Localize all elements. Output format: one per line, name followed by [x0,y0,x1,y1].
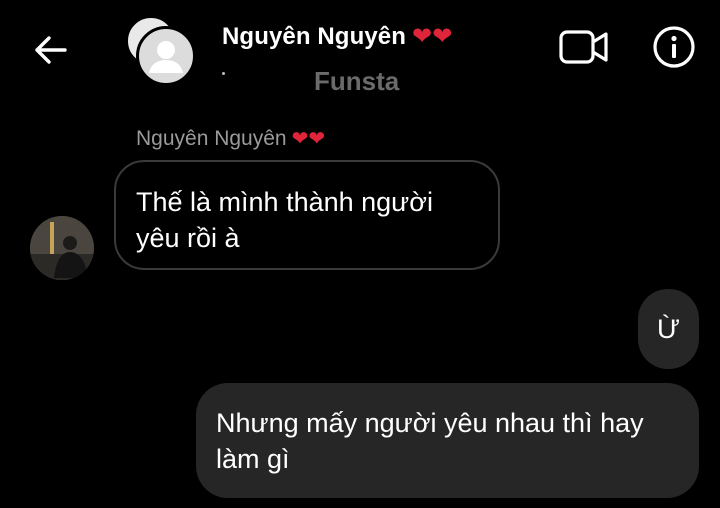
hearts-emoji: ❤❤ [411,23,453,50]
profile-photo [30,216,94,280]
back-button[interactable] [30,30,70,70]
info-icon [653,26,695,68]
sender-name-text: Nguyên Nguyên [136,127,287,150]
message-text: Ừ [656,313,681,344]
outgoing-message-bubble[interactable]: Nhưng mấy người yêu nhau thì hay làm gì [196,383,699,498]
back-arrow-icon [35,36,67,64]
info-button[interactable] [652,25,696,69]
message-text: Nhưng mấy người yêu nhau thì hay làm gì [216,408,644,474]
video-call-button[interactable] [558,28,610,66]
incoming-message-bubble[interactable]: Thế là mình thành người yêu rồi à [114,160,500,270]
contact-name-text: Nguyên Nguyên [222,23,406,50]
message-text: Thế là mình thành người yêu rồi à [136,187,433,253]
outgoing-message-bubble[interactable]: Ừ [638,289,699,369]
status-dot [222,72,225,75]
sender-avatar[interactable] [30,216,94,280]
default-user-icon [149,41,183,73]
contact-name-header[interactable]: Nguyên Nguyên ❤❤ [222,22,452,51]
avatar-front [136,26,196,86]
chat-subtitle: Funsta [314,66,400,96]
video-camera-icon [559,30,608,64]
group-avatar[interactable] [124,16,196,86]
sender-hearts-emoji: ❤❤ [291,128,326,150]
sender-name-label: Nguyên Nguyên ❤❤ [136,126,325,151]
